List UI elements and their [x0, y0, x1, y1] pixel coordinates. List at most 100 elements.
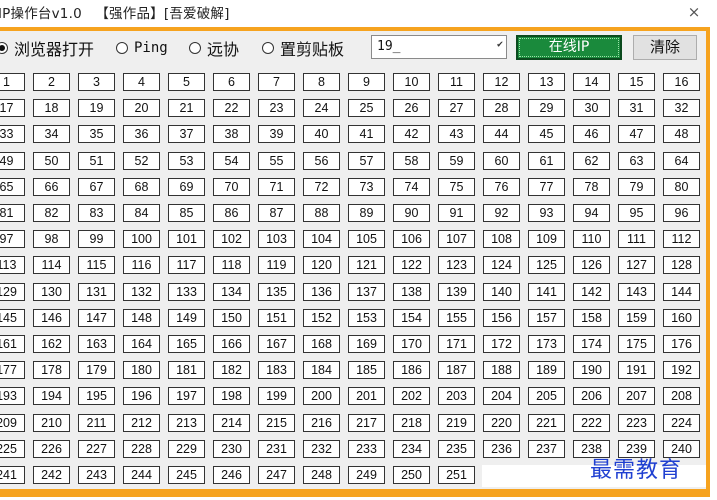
- ip-button-81[interactable]: 81: [0, 204, 25, 222]
- ip-button-182[interactable]: 182: [213, 361, 250, 379]
- ip-button-233[interactable]: 233: [348, 440, 385, 458]
- ip-button-149[interactable]: 149: [168, 309, 205, 327]
- ip-button-219[interactable]: 219: [438, 414, 475, 432]
- ip-button-132[interactable]: 132: [123, 283, 160, 301]
- ip-button-161[interactable]: 161: [0, 335, 25, 353]
- ip-button-121[interactable]: 121: [348, 256, 385, 274]
- ip-button-20[interactable]: 20: [123, 99, 160, 117]
- ip-button-65[interactable]: 65: [0, 178, 25, 196]
- ip-button-80[interactable]: 80: [663, 178, 700, 196]
- ip-button-221[interactable]: 221: [528, 414, 565, 432]
- ip-button-150[interactable]: 150: [213, 309, 250, 327]
- ip-button-227[interactable]: 227: [78, 440, 115, 458]
- ip-button-61[interactable]: 61: [528, 152, 565, 170]
- ip-button-35[interactable]: 35: [78, 125, 115, 143]
- ip-button-193[interactable]: 193: [0, 387, 25, 405]
- ip-button-60[interactable]: 60: [483, 152, 520, 170]
- ip-button-249[interactable]: 249: [348, 466, 385, 484]
- ip-button-41[interactable]: 41: [348, 125, 385, 143]
- ip-button-122[interactable]: 122: [393, 256, 430, 274]
- ip-button-135[interactable]: 135: [258, 283, 295, 301]
- ip-button-128[interactable]: 128: [663, 256, 700, 274]
- ip-button-146[interactable]: 146: [33, 309, 70, 327]
- ip-button-53[interactable]: 53: [168, 152, 205, 170]
- ip-button-84[interactable]: 84: [123, 204, 160, 222]
- ip-button-73[interactable]: 73: [348, 178, 385, 196]
- ip-button-218[interactable]: 218: [393, 414, 430, 432]
- ip-button-98[interactable]: 98: [33, 230, 70, 248]
- ip-button-2[interactable]: 2: [33, 73, 70, 91]
- ip-button-47[interactable]: 47: [618, 125, 655, 143]
- ip-button-87[interactable]: 87: [258, 204, 295, 222]
- ip-button-130[interactable]: 130: [33, 283, 70, 301]
- ip-button-5[interactable]: 5: [168, 73, 205, 91]
- ip-button-58[interactable]: 58: [393, 152, 430, 170]
- ip-button-172[interactable]: 172: [483, 335, 520, 353]
- ip-button-162[interactable]: 162: [33, 335, 70, 353]
- ip-button-164[interactable]: 164: [123, 335, 160, 353]
- ip-button-107[interactable]: 107: [438, 230, 475, 248]
- ip-button-74[interactable]: 74: [393, 178, 430, 196]
- ip-button-211[interactable]: 211: [78, 414, 115, 432]
- ip-button-86[interactable]: 86: [213, 204, 250, 222]
- ip-button-206[interactable]: 206: [573, 387, 610, 405]
- ip-button-202[interactable]: 202: [393, 387, 430, 405]
- ip-button-118[interactable]: 118: [213, 256, 250, 274]
- ip-button-136[interactable]: 136: [303, 283, 340, 301]
- ip-button-85[interactable]: 85: [168, 204, 205, 222]
- ip-button-82[interactable]: 82: [33, 204, 70, 222]
- ip-button-106[interactable]: 106: [393, 230, 430, 248]
- ip-button-170[interactable]: 170: [393, 335, 430, 353]
- ip-button-126[interactable]: 126: [573, 256, 610, 274]
- ip-button-133[interactable]: 133: [168, 283, 205, 301]
- ip-button-194[interactable]: 194: [33, 387, 70, 405]
- ip-button-195[interactable]: 195: [78, 387, 115, 405]
- ip-button-110[interactable]: 110: [573, 230, 610, 248]
- ip-button-181[interactable]: 181: [168, 361, 205, 379]
- ip-button-7[interactable]: 7: [258, 73, 295, 91]
- ip-button-148[interactable]: 148: [123, 309, 160, 327]
- ip-button-124[interactable]: 124: [483, 256, 520, 274]
- ip-button-215[interactable]: 215: [258, 414, 295, 432]
- ip-button-178[interactable]: 178: [33, 361, 70, 379]
- ip-button-17[interactable]: 17: [0, 99, 25, 117]
- ip-button-94[interactable]: 94: [573, 204, 610, 222]
- ip-button-246[interactable]: 246: [213, 466, 250, 484]
- ip-button-165[interactable]: 165: [168, 335, 205, 353]
- ip-button-222[interactable]: 222: [573, 414, 610, 432]
- ip-button-76[interactable]: 76: [483, 178, 520, 196]
- ip-button-3[interactable]: 3: [78, 73, 115, 91]
- ip-button-120[interactable]: 120: [303, 256, 340, 274]
- ip-button-175[interactable]: 175: [618, 335, 655, 353]
- ip-button-225[interactable]: 225: [0, 440, 25, 458]
- ip-button-119[interactable]: 119: [258, 256, 295, 274]
- ip-button-52[interactable]: 52: [123, 152, 160, 170]
- ip-button-56[interactable]: 56: [303, 152, 340, 170]
- ip-button-104[interactable]: 104: [303, 230, 340, 248]
- ip-button-210[interactable]: 210: [33, 414, 70, 432]
- ip-button-248[interactable]: 248: [303, 466, 340, 484]
- ip-button-244[interactable]: 244: [123, 466, 160, 484]
- ip-button-109[interactable]: 109: [528, 230, 565, 248]
- ip-button-228[interactable]: 228: [123, 440, 160, 458]
- ip-button-38[interactable]: 38: [213, 125, 250, 143]
- ip-button-205[interactable]: 205: [528, 387, 565, 405]
- ip-button-236[interactable]: 236: [483, 440, 520, 458]
- ip-button-26[interactable]: 26: [393, 99, 430, 117]
- ip-button-203[interactable]: 203: [438, 387, 475, 405]
- ip-button-64[interactable]: 64: [663, 152, 700, 170]
- ip-button-223[interactable]: 223: [618, 414, 655, 432]
- ip-button-156[interactable]: 156: [483, 309, 520, 327]
- ip-button-235[interactable]: 235: [438, 440, 475, 458]
- ip-button-69[interactable]: 69: [168, 178, 205, 196]
- ip-button-189[interactable]: 189: [528, 361, 565, 379]
- ip-button-32[interactable]: 32: [663, 99, 700, 117]
- ip-button-213[interactable]: 213: [168, 414, 205, 432]
- ip-button-13[interactable]: 13: [528, 73, 565, 91]
- ip-button-230[interactable]: 230: [213, 440, 250, 458]
- ip-button-191[interactable]: 191: [618, 361, 655, 379]
- ip-button-11[interactable]: 11: [438, 73, 475, 91]
- ip-button-88[interactable]: 88: [303, 204, 340, 222]
- ip-button-186[interactable]: 186: [393, 361, 430, 379]
- ip-button-12[interactable]: 12: [483, 73, 520, 91]
